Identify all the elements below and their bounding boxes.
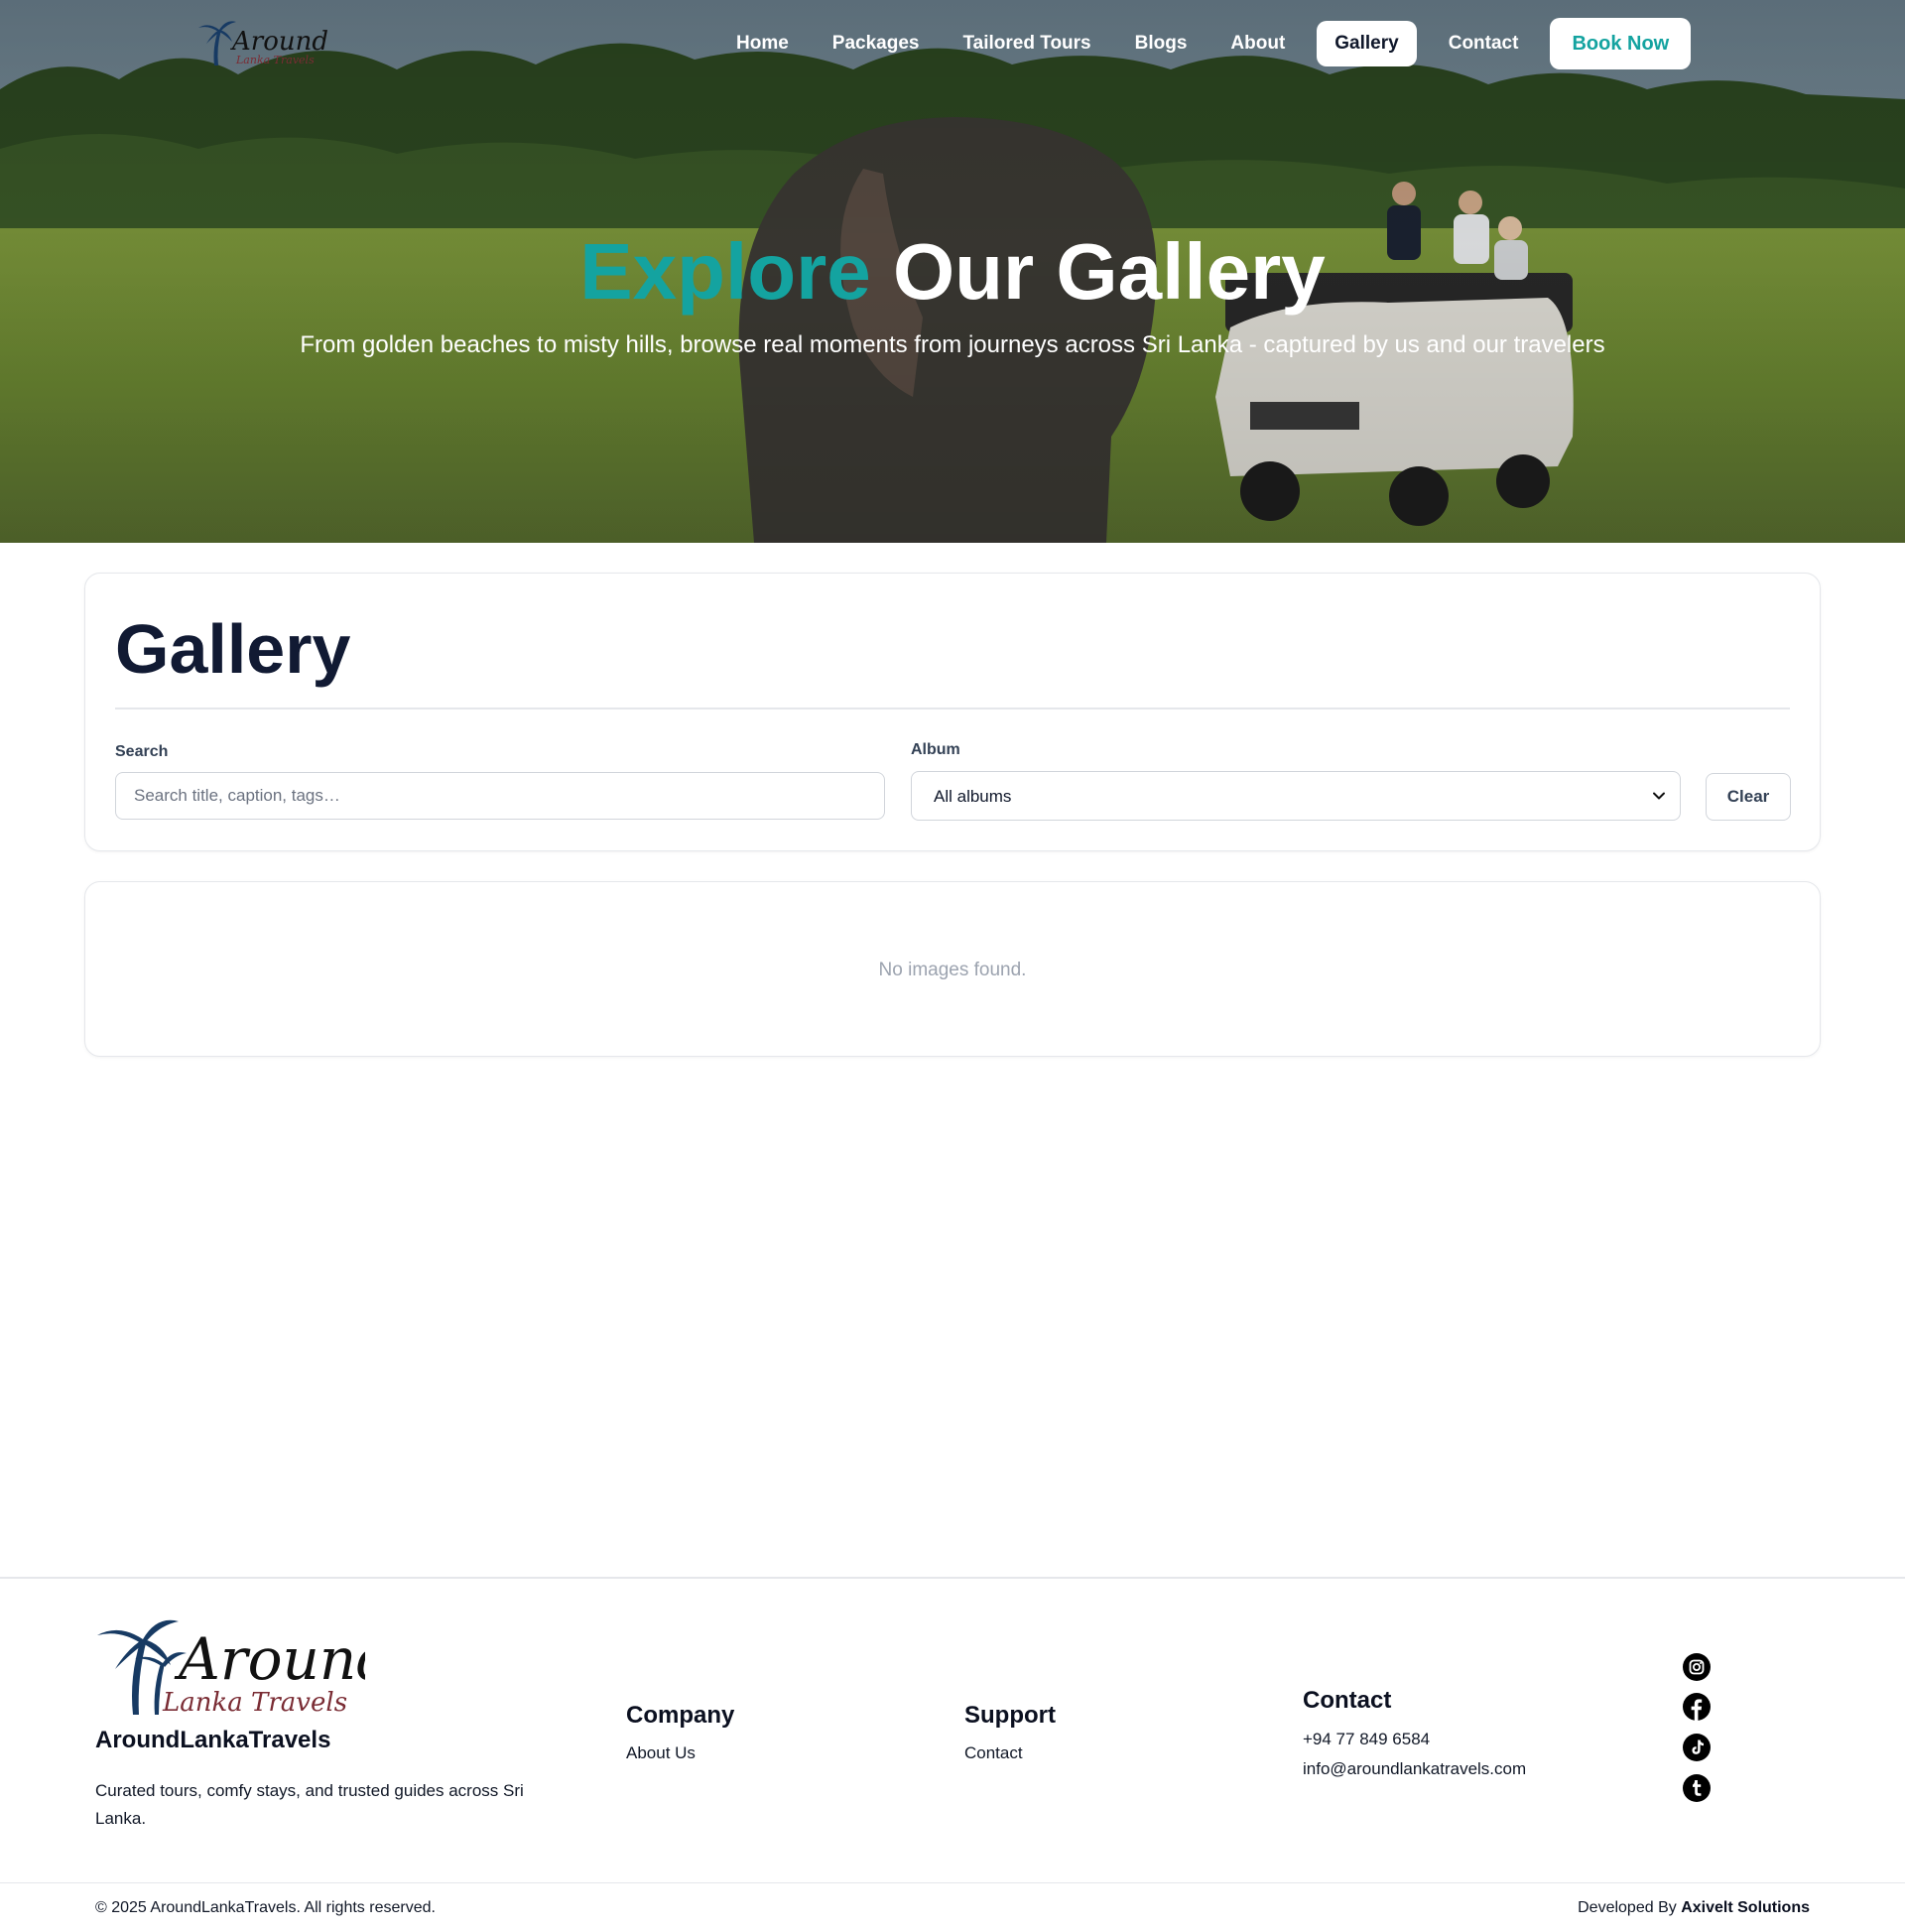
page-title: Gallery [115, 610, 351, 688]
copyright-text: © 2025 AroundLankaTravels. All rights re… [95, 1899, 436, 1916]
nav-contact[interactable]: Contact [1427, 21, 1541, 66]
developed-by-prefix: Developed By [1578, 1899, 1677, 1916]
hero-title-accent: Explore [579, 227, 871, 316]
facebook-icon[interactable] [1683, 1693, 1711, 1721]
footer-bottom-divider [0, 1882, 1905, 1883]
chevron-down-icon [1652, 789, 1666, 803]
footer-support-title: Support [964, 1702, 1056, 1729]
footer-divider [0, 1577, 1905, 1579]
hero-section: Around Lanka Travels Home Packages Tailo… [0, 0, 1905, 543]
album-label: Album [911, 741, 960, 758]
footer-company-title: Company [626, 1702, 735, 1729]
svg-text:Around: Around [174, 1625, 365, 1693]
nav-gallery[interactable]: Gallery [1317, 21, 1417, 66]
hero-title: Explore Our Gallery [0, 226, 1905, 318]
nav-blogs[interactable]: Blogs [1113, 21, 1209, 66]
svg-text:Lanka Travels: Lanka Travels [235, 54, 315, 66]
instagram-icon[interactable] [1683, 1653, 1711, 1681]
clear-button[interactable]: Clear [1706, 773, 1791, 821]
nav-tailored-tours[interactable]: Tailored Tours [941, 21, 1112, 66]
divider [115, 708, 1790, 709]
book-now-button[interactable]: Book Now [1550, 18, 1692, 69]
footer-brand-description: Curated tours, comfy stays, and trusted … [95, 1781, 524, 1828]
gallery-results-card: No images found. [84, 881, 1821, 1057]
hero-subtitle: From golden beaches to misty hills, brow… [300, 331, 1605, 358]
search-label: Search [115, 743, 169, 760]
hero-title-rest: Our Gallery [892, 227, 1326, 316]
album-select[interactable]: All albums [911, 771, 1681, 821]
tumblr-icon[interactable] [1683, 1774, 1711, 1802]
developed-by: Developed By Axivelt Solutions [1578, 1899, 1810, 1917]
footer-link-about-us[interactable]: About Us [626, 1743, 696, 1763]
footer-brand-name: AroundLankaTravels [95, 1727, 331, 1753]
site-logo[interactable]: Around Lanka Travels [196, 16, 329, 69]
svg-text:Lanka Travels: Lanka Travels [162, 1688, 347, 1718]
footer-phone[interactable]: +94 77 849 6584 [1303, 1730, 1430, 1749]
nav-packages[interactable]: Packages [811, 21, 942, 66]
footer-link-contact[interactable]: Contact [964, 1743, 1023, 1763]
footer-email[interactable]: info@aroundlankatravels.com [1303, 1759, 1526, 1779]
album-selected-value: All albums [934, 787, 1012, 806]
svg-text:Around: Around [230, 27, 328, 57]
tiktok-icon[interactable] [1683, 1734, 1711, 1761]
search-input[interactable] [115, 772, 885, 820]
nav-about[interactable]: About [1208, 21, 1307, 66]
gallery-filter-card: Gallery Search Album All albums Clear [84, 573, 1821, 851]
developer-name[interactable]: Axivelt Solutions [1681, 1899, 1810, 1916]
nav-home[interactable]: Home [714, 21, 811, 66]
footer-logo[interactable]: Around Lanka Travels [93, 1610, 393, 1721]
main-navigation: Home Packages Tailored Tours Blogs About… [714, 17, 1692, 70]
footer-contact-title: Contact [1303, 1687, 1392, 1714]
empty-state-message: No images found. [878, 960, 1027, 980]
